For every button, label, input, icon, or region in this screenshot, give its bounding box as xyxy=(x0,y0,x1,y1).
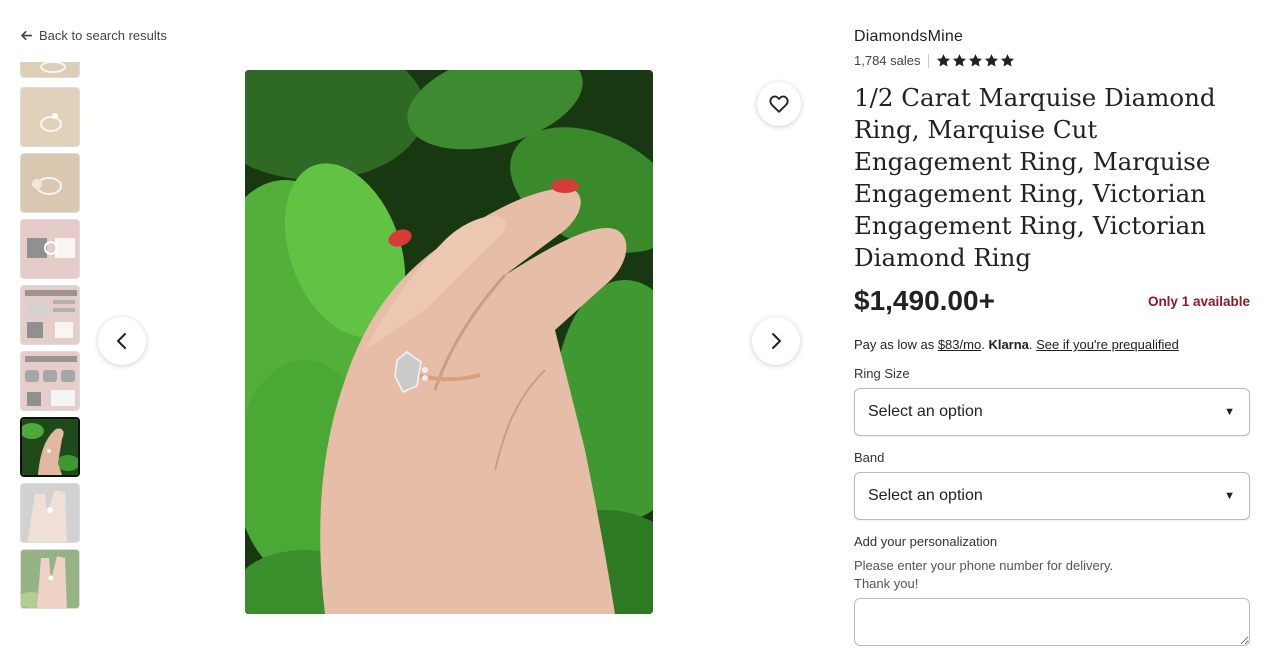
availability-notice: Only 1 available xyxy=(1147,293,1250,309)
price-row: $1,490.00+ Only 1 available xyxy=(854,285,1250,317)
star-icon xyxy=(936,54,950,67)
klarna-prefix: Pay as low as xyxy=(854,337,938,352)
listing-title: 1/2 Carat Marquise Diamond Ring, Marquis… xyxy=(854,83,1216,272)
thumbnail[interactable] xyxy=(20,87,80,147)
thumbnail-strip[interactable] xyxy=(20,62,80,610)
personalization-textarea[interactable] xyxy=(854,598,1250,646)
divider xyxy=(927,53,929,68)
ring-size-value: Select an option xyxy=(868,403,983,420)
hand-wearing-ring-photo xyxy=(245,70,653,614)
next-image-button[interactable] xyxy=(752,317,800,365)
thumbnail-selected[interactable] xyxy=(20,417,80,477)
heart-icon xyxy=(769,95,789,113)
star-icon xyxy=(952,54,966,67)
band-select[interactable]: Select an option ▼ xyxy=(854,472,1250,520)
prequalify-link[interactable]: See if you're prequalified xyxy=(1036,337,1179,352)
caret-down-icon: ▼ xyxy=(1224,490,1235,502)
personalization-help-line: Thank you! xyxy=(854,576,919,591)
thumbnail[interactable] xyxy=(20,351,80,411)
caret-down-icon: ▼ xyxy=(1224,406,1235,418)
thumbnail[interactable] xyxy=(20,549,80,609)
sales-count: 1,784 sales xyxy=(854,53,921,68)
ring-size-label: Ring Size xyxy=(854,366,910,381)
back-link-label: Back to search results xyxy=(39,28,167,43)
thumbnail[interactable] xyxy=(20,483,80,543)
star-icon xyxy=(984,54,998,67)
klarna-amount-link[interactable]: $83/mo xyxy=(938,337,981,352)
hand-on-leaves-image xyxy=(22,419,78,475)
klarna-financing: Pay as low as $83/mo. Klarna. See if you… xyxy=(854,337,1250,352)
main-product-image xyxy=(245,70,653,614)
chevron-left-icon xyxy=(117,333,126,349)
star-icon xyxy=(1000,54,1014,67)
chevron-right-icon xyxy=(772,333,781,349)
favorite-button[interactable] xyxy=(757,82,801,126)
price: $1,490.00+ xyxy=(854,285,995,316)
thumbnail[interactable] xyxy=(20,285,80,345)
klarna-logo: Klarna xyxy=(988,337,1029,352)
ring-size-select[interactable]: Select an option ▼ xyxy=(854,388,1250,436)
band-value: Select an option xyxy=(868,487,983,504)
thumbnail[interactable] xyxy=(20,62,80,78)
personalization-help-line: Please enter your phone number for deliv… xyxy=(854,558,1114,573)
listing-details-panel: DiamondsMine 1,784 sales 1/2 Carat Marqu… xyxy=(854,28,1250,651)
star-icon xyxy=(968,54,982,67)
thumbnail[interactable] xyxy=(20,219,80,279)
band-label: Band xyxy=(854,450,885,465)
thumbnail[interactable] xyxy=(20,153,80,213)
personalization-instructions: Please enter your phone number for deliv… xyxy=(854,557,1250,593)
arrow-left-icon xyxy=(21,31,33,40)
personalization-label: Add your personalization xyxy=(854,534,998,549)
star-rating[interactable] xyxy=(936,53,1015,68)
shop-meta: 1,784 sales xyxy=(854,53,1250,68)
previous-image-button[interactable] xyxy=(98,317,146,365)
shop-name-link[interactable]: DiamondsMine xyxy=(854,28,1250,46)
back-to-search-link[interactable]: Back to search results xyxy=(20,28,167,43)
